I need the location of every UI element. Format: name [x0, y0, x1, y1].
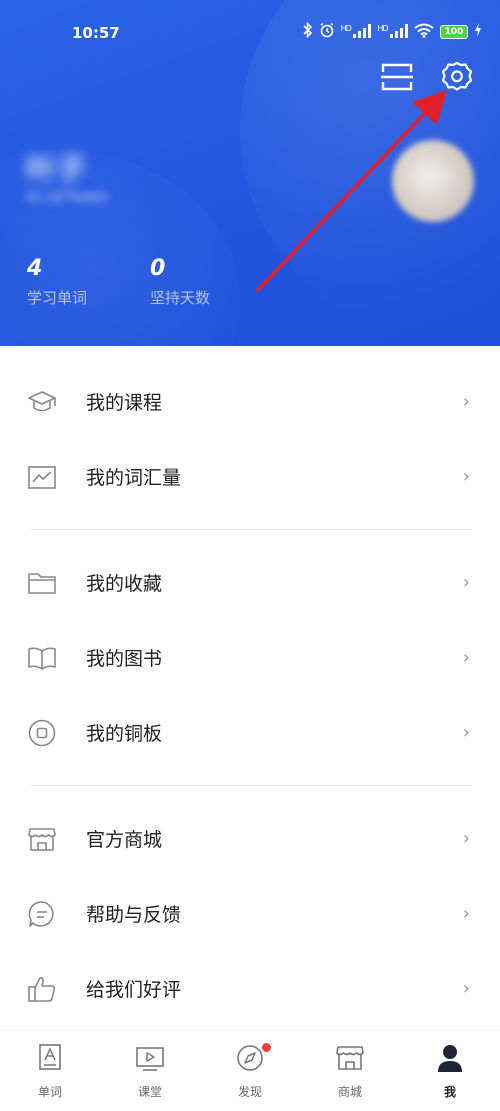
folder-icon: [27, 568, 57, 598]
menu-label: 我的收藏: [86, 573, 163, 595]
book-icon: [27, 643, 57, 673]
menu-item-official-store[interactable]: 官方商城 ›: [0, 801, 500, 876]
stat-label: 学习单词: [27, 289, 88, 307]
stat-label: 坚持天数: [150, 289, 211, 307]
avatar[interactable]: [392, 140, 474, 222]
menu-item-my-favorites[interactable]: 我的收藏 ›: [0, 545, 500, 620]
signal-icon-2: HD: [377, 23, 408, 41]
chart-icon: [27, 462, 57, 492]
chevron-right-icon: ›: [462, 978, 470, 999]
chevron-right-icon: ›: [462, 391, 470, 412]
battery-icon: 100: [440, 25, 468, 39]
settings-gear-icon[interactable]: [440, 60, 474, 94]
tab-label: 我: [443, 1085, 456, 1099]
tab-discover[interactable]: 发现: [200, 1031, 300, 1111]
scan-icon[interactable]: [380, 60, 414, 94]
status-bar: 10:57 HD HD 100: [0, 20, 500, 48]
notification-dot: [262, 1043, 271, 1052]
divider: [28, 529, 472, 530]
thumbs-up-icon: [27, 974, 57, 1004]
user-id: ID:1876485: [26, 190, 108, 206]
menu-item-my-vocabulary[interactable]: 我的词汇量 ›: [0, 439, 500, 514]
tab-me[interactable]: 我: [400, 1031, 500, 1111]
graduation-cap-icon: [27, 387, 57, 417]
menu-item-my-courses[interactable]: 我的课程 ›: [0, 364, 500, 439]
video-icon: [135, 1043, 165, 1073]
alarm-icon: [319, 22, 335, 42]
wifi-icon: [414, 23, 434, 42]
store-icon: [335, 1043, 365, 1073]
chevron-right-icon: ›: [462, 572, 470, 593]
chevron-right-icon: ›: [462, 647, 470, 668]
menu-item-help-feedback[interactable]: 帮助与反馈 ›: [0, 876, 500, 951]
menu-label: 我的词汇量: [86, 467, 182, 489]
chevron-right-icon: ›: [462, 828, 470, 849]
word-card-icon: [35, 1043, 65, 1073]
bottom-tab-bar: 单词 课堂 发现 商城 我: [0, 1030, 500, 1111]
menu-list: 我的课程 › 我的词汇量 › 我的收藏 › 我的图书 › 我的铜板 › 官方商城…: [0, 364, 500, 1026]
status-time: 10:57: [72, 24, 120, 42]
divider: [28, 785, 472, 786]
tab-classroom[interactable]: 课堂: [100, 1031, 200, 1111]
chevron-right-icon: ›: [462, 466, 470, 487]
menu-label: 官方商城: [86, 829, 163, 851]
tab-label: 商城: [337, 1085, 362, 1099]
menu-label: 给我们好评: [86, 979, 182, 1001]
chevron-right-icon: ›: [462, 722, 470, 743]
bluetooth-icon: [303, 21, 313, 42]
person-icon: [435, 1043, 465, 1073]
stat-value: 0: [150, 256, 166, 281]
coin-icon: [27, 718, 57, 748]
store-icon: [27, 824, 57, 854]
menu-label: 我的铜板: [86, 723, 163, 745]
menu-item-my-coins[interactable]: 我的铜板 ›: [0, 695, 500, 770]
menu-item-rate-us[interactable]: 给我们好评 ›: [0, 951, 500, 1026]
tab-store[interactable]: 商城: [300, 1031, 400, 1111]
signal-icon: HD: [341, 23, 372, 41]
chat-icon: [27, 899, 57, 929]
tab-label: 单词: [37, 1085, 62, 1099]
menu-label: 帮助与反馈: [86, 904, 182, 926]
tab-label: 课堂: [137, 1085, 162, 1099]
stat-value: 4: [27, 256, 43, 281]
stat-streak-days[interactable]: 0 坚持天数: [150, 256, 210, 308]
charging-icon: [474, 23, 482, 41]
menu-item-my-books[interactable]: 我的图书 ›: [0, 620, 500, 695]
menu-label: 我的图书: [86, 648, 163, 670]
tab-words[interactable]: 单词: [0, 1031, 100, 1111]
menu-label: 我的课程: [86, 392, 163, 414]
stat-learned-words[interactable]: 4 学习单词: [27, 256, 87, 308]
tab-label: 发现: [237, 1085, 262, 1099]
username: 叶子: [26, 153, 86, 188]
chevron-right-icon: ›: [462, 903, 470, 924]
profile-header: 10:57 HD HD 100 叶子 ID:1876485 4 学习单词 0 坚…: [0, 0, 500, 346]
compass-icon: [235, 1043, 265, 1073]
